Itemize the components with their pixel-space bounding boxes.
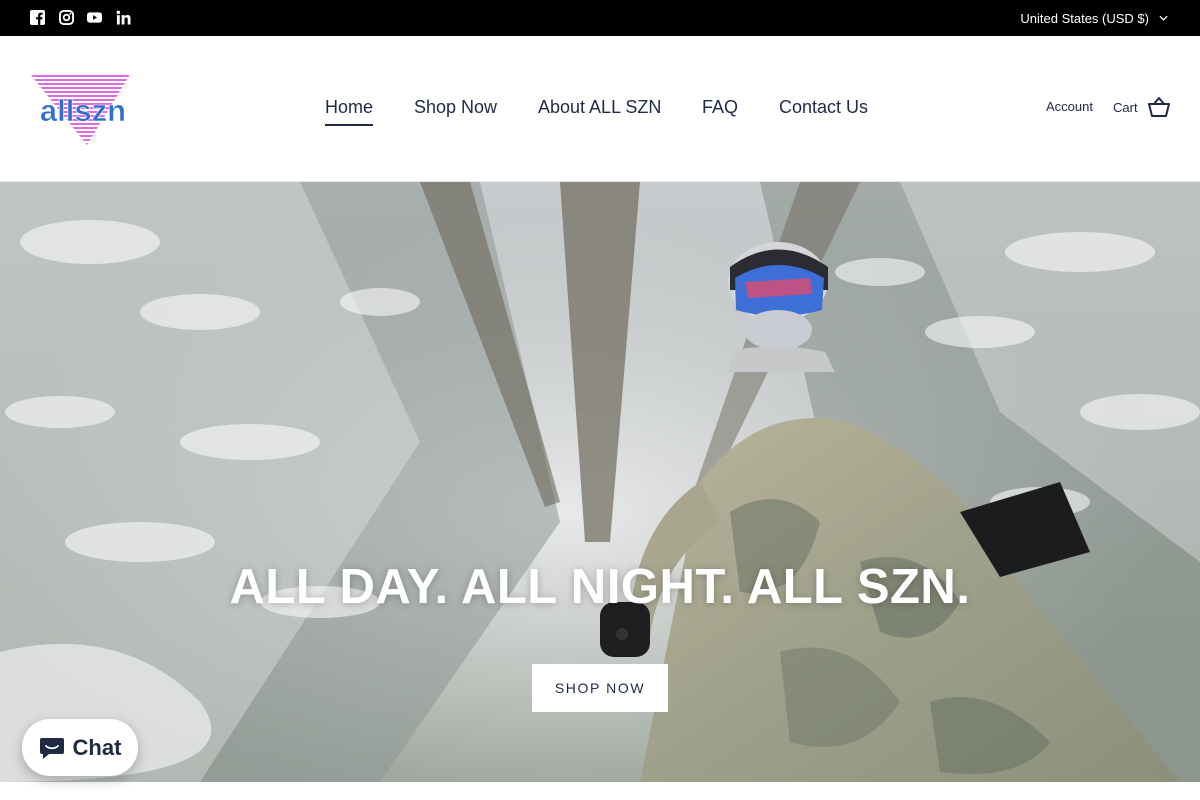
announcement-bar: United States (USD $) (0, 0, 1200, 36)
chevron-down-icon (1159, 15, 1168, 21)
shop-now-button[interactable]: SHOP NOW (532, 664, 668, 712)
nav-about[interactable]: About ALL SZN (538, 97, 661, 118)
currency-label: United States (USD $) (1020, 10, 1149, 26)
nav-home[interactable]: Home (325, 97, 374, 126)
site-header: allszn Home Shop Now About ALL SZN FAQ C… (0, 36, 1200, 182)
facebook-icon[interactable] (30, 10, 45, 25)
chat-label: Chat (72, 734, 122, 760)
youtube-icon[interactable] (87, 10, 102, 25)
nav-faq[interactable]: FAQ (702, 97, 738, 118)
chat-button[interactable]: Chat (22, 719, 138, 776)
logo[interactable]: allszn (31, 73, 135, 145)
cart-link[interactable]: Cart (1113, 96, 1171, 118)
hero-banner: ALL DAY. ALL NIGHT. ALL SZN. SHOP NOW (0, 182, 1200, 782)
cart-label: Cart (1113, 99, 1138, 115)
hero-title: ALL DAY. ALL NIGHT. ALL SZN. (229, 560, 971, 614)
nav-contact[interactable]: Contact Us (779, 97, 868, 118)
logo-text: allszn (40, 93, 126, 128)
nav-shop-now[interactable]: Shop Now (414, 97, 497, 118)
instagram-icon[interactable] (59, 10, 74, 25)
currency-selector[interactable]: United States (USD $) (1020, 0, 1168, 36)
chat-bubble-icon (39, 737, 64, 759)
basket-icon (1147, 97, 1170, 117)
page-bottom (0, 782, 1200, 800)
linkedin-icon[interactable] (116, 10, 131, 25)
account-link[interactable]: Account (1046, 99, 1093, 114)
